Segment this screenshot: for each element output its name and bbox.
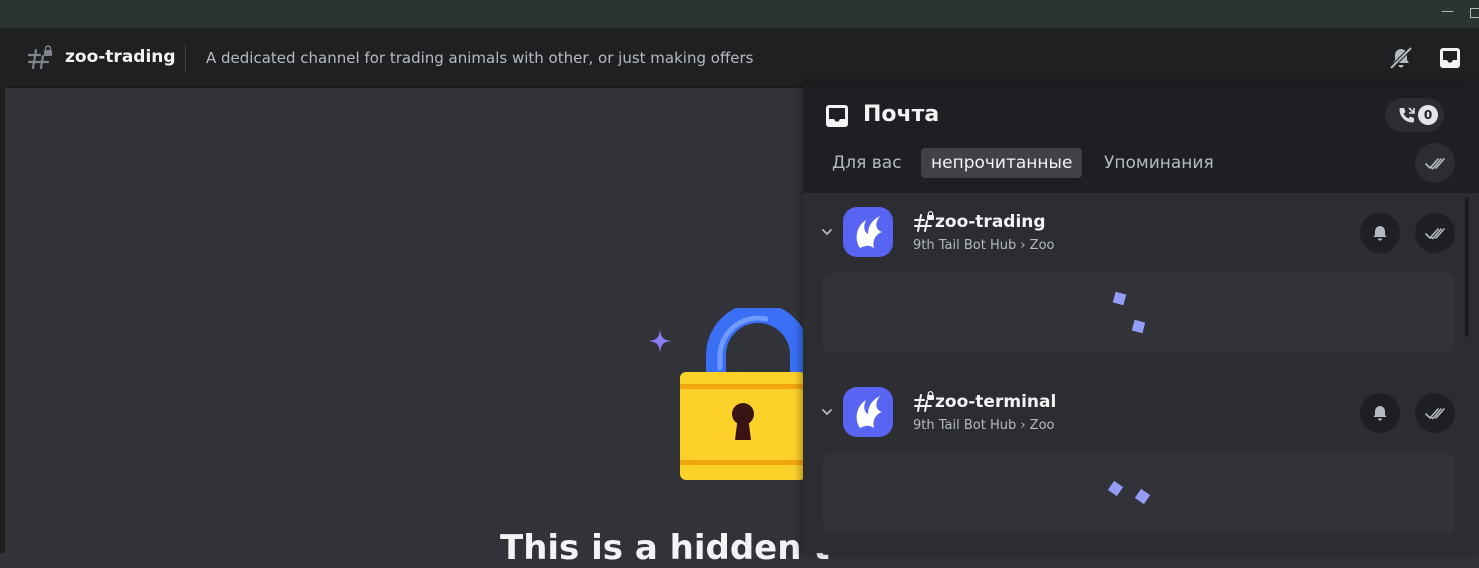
group-server-path[interactable]: 9th Tail Bot Hub › Zoo [913,418,1055,433]
chevron-down-icon[interactable] [820,225,834,239]
tab-for-you[interactable]: Для вас [832,148,902,178]
group-channel-name: zoo-trading [935,212,1046,232]
window-titlebar: — [0,0,1479,28]
group-server-path[interactable]: 9th Tail Bot Hub › Zoo [913,238,1055,253]
inbox-channel-group: zoo-terminal 9th Tail Bot Hub › Zoo [803,373,1479,553]
mark-channel-read-button[interactable] [1415,393,1455,433]
sparkle-icon [648,329,672,353]
locked-hash-icon [914,211,934,232]
group-channel-name: zoo-terminal [935,392,1057,412]
mute-bell-icon[interactable] [1387,44,1415,72]
group-channel-title[interactable]: zoo-terminal [913,391,1056,413]
hidden-channel-title: This is a hidden t [500,528,830,568]
double-check-icon [1425,408,1445,420]
bell-icon [1373,226,1387,241]
server-logo-icon[interactable] [843,387,893,437]
double-check-icon [1425,158,1445,170]
double-check-icon [1425,228,1445,240]
notification-settings-button[interactable] [1360,213,1400,253]
inbox-popout: Почта 0 Для вас непрочитанные Упоминания [803,84,1479,553]
inbox-channel-group: zoo-trading 9th Tail Bot Hub › Zoo [803,193,1479,373]
group-channel-title[interactable]: zoo-trading [913,211,1046,233]
tab-mentions[interactable]: Упоминания [1104,148,1214,178]
bell-icon [1373,406,1387,421]
loading-spinner-icon [1107,480,1151,505]
maximize-icon[interactable] [1470,8,1479,18]
locked-hash-icon [914,391,934,412]
missed-calls-button[interactable]: 0 [1385,98,1444,132]
channel-name: zoo-trading [65,47,176,67]
inbox-header: Почта 0 Для вас непрочитанные Упоминания [803,84,1479,193]
phone-icon [1399,107,1415,123]
mark-channel-read-button[interactable] [1415,213,1455,253]
locked-hash-icon [27,45,52,70]
channel-topic[interactable]: A dedicated channel for trading animals … [206,49,754,67]
tab-unreads[interactable]: непрочитанные [921,148,1083,178]
server-logo-icon[interactable] [843,207,893,257]
channel-header: zoo-trading A dedicated channel for trad… [5,28,1479,88]
inbox-title: Почта [863,102,940,127]
message-loader [823,453,1455,533]
header-divider [185,44,186,72]
inbox-icon[interactable] [1436,44,1464,72]
padlock-illustration [680,308,806,480]
missed-calls-count: 0 [1418,105,1438,125]
chevron-down-icon[interactable] [820,405,834,419]
mark-all-read-button[interactable] [1415,143,1455,183]
minimize-icon[interactable]: — [1441,5,1454,18]
inbox-icon [826,105,848,127]
notification-settings-button[interactable] [1360,393,1400,433]
loading-spinner-icon [1112,291,1146,334]
message-loader [823,273,1455,353]
